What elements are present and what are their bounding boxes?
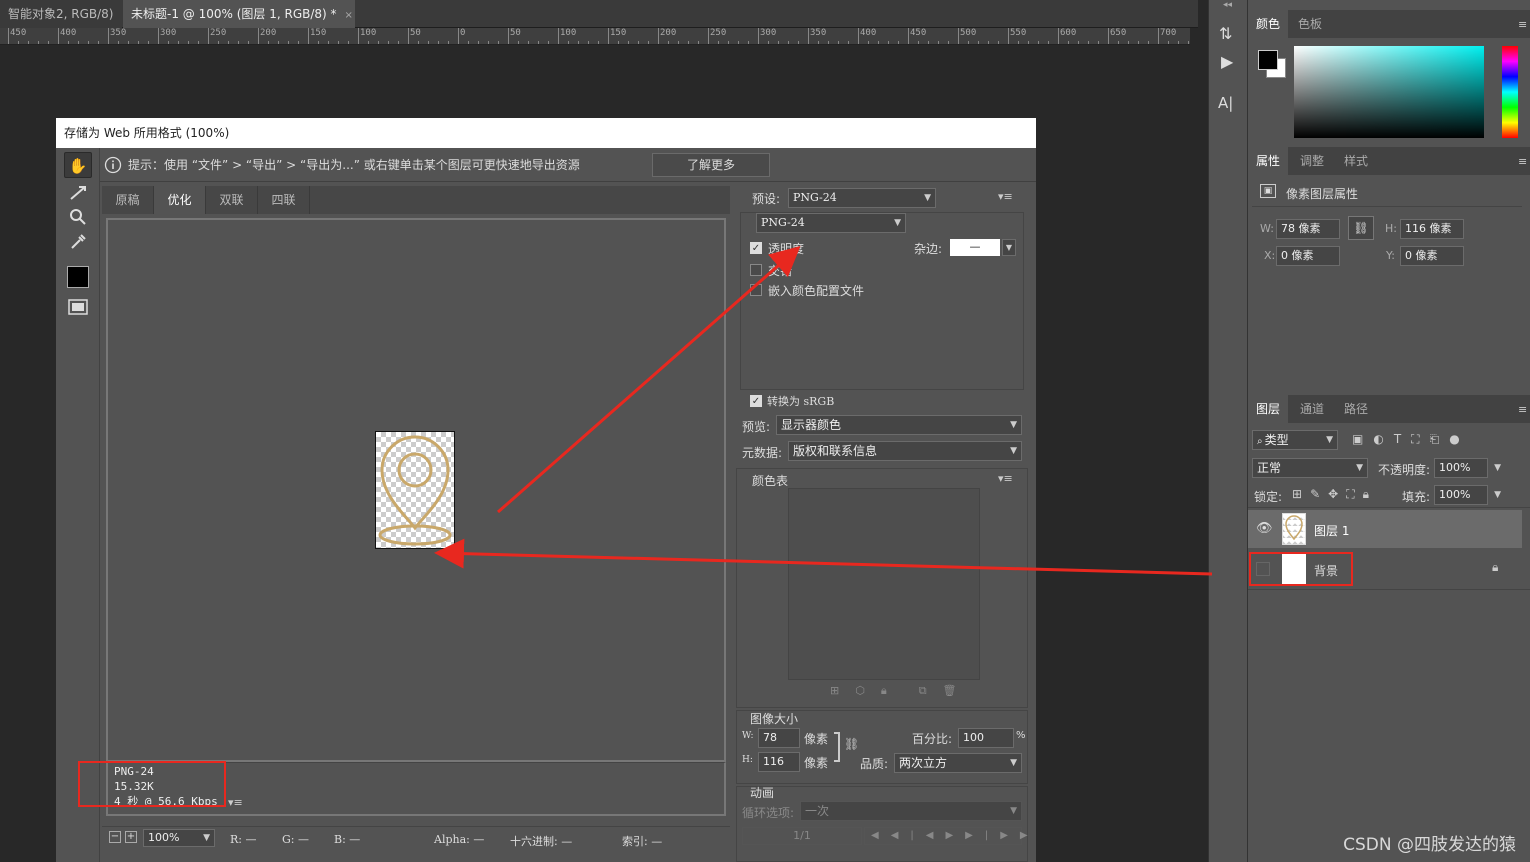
arrow-to-preview-image (434, 538, 1213, 576)
watermark: CSDN @四肢发达的猿 (1343, 835, 1516, 855)
annotation-arrows (434, 246, 1213, 576)
arrow-to-transparency (497, 246, 801, 514)
